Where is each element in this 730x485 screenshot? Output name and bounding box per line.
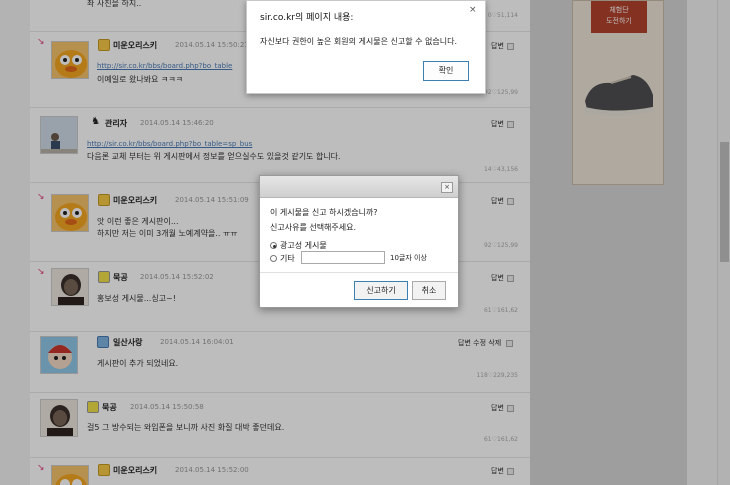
report-question: 이 게시물을 신고 하시겠습니까? bbox=[270, 208, 378, 217]
alert-dialog: sir.co.kr의 페이지 내용: × 자신보다 권한이 높은 회원의 게시물… bbox=[246, 0, 486, 94]
option-etc-label: 기타 bbox=[280, 254, 295, 263]
divider bbox=[260, 272, 458, 273]
radio-icon[interactable] bbox=[270, 255, 277, 262]
option-ad-label: 광고성 게시물 bbox=[280, 241, 327, 250]
etc-hint: 10글자 이상 bbox=[390, 254, 427, 262]
alert-message: 자신보다 권한이 높은 회원의 게시물은 신고할 수 없습니다. bbox=[260, 37, 457, 46]
alert-title: sir.co.kr의 페이지 내용: bbox=[260, 13, 354, 23]
option-ad-radio[interactable]: 광고성 게시물 bbox=[270, 240, 327, 251]
option-etc-radio[interactable]: 기타 bbox=[270, 253, 295, 264]
submit-report-button[interactable]: 신고하기 bbox=[354, 281, 408, 300]
dialog-titlebar[interactable]: × bbox=[260, 176, 458, 198]
ok-button[interactable]: 확인 bbox=[423, 61, 469, 81]
report-instruction: 신고사유를 선택해주세요. bbox=[270, 223, 357, 232]
close-icon[interactable]: × bbox=[441, 182, 453, 193]
radio-icon[interactable] bbox=[270, 242, 277, 249]
page: 좌 사진을 하지.. 0♡51,114 ↘ 미운오리스키 2014.05.14 … bbox=[0, 0, 730, 485]
cancel-button[interactable]: 취소 bbox=[412, 281, 446, 300]
report-dialog: × 이 게시물을 신고 하시겠습니까? 신고사유를 선택해주세요. 광고성 게시… bbox=[259, 175, 459, 308]
etc-reason-input[interactable] bbox=[301, 251, 385, 264]
close-icon[interactable]: × bbox=[469, 5, 477, 15]
